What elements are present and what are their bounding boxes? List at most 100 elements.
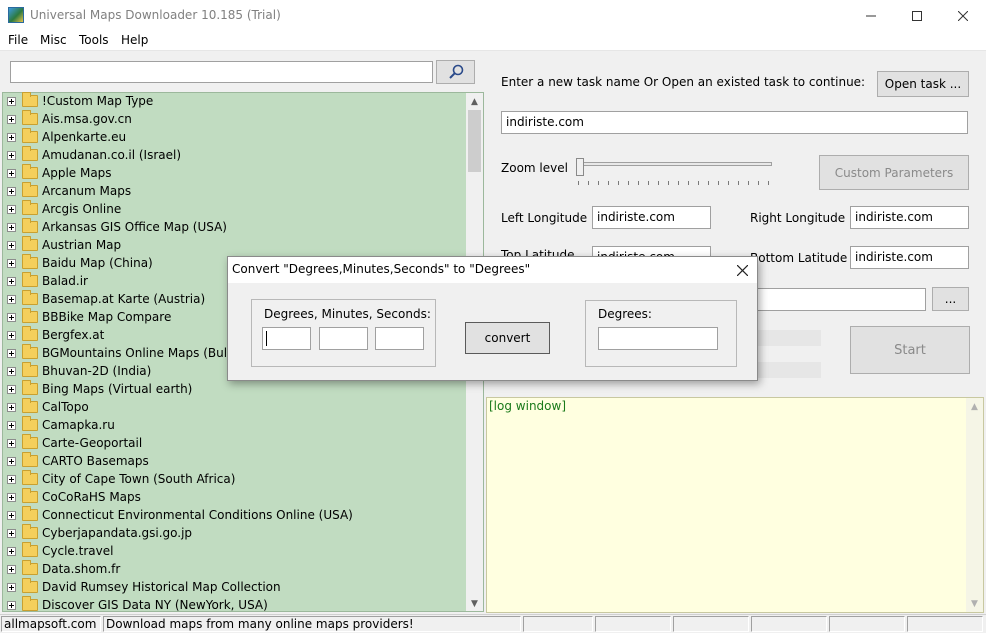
left-longitude-input[interactable]: indiriste.com — [592, 206, 711, 229]
degrees-result-input[interactable] — [598, 327, 718, 350]
expand-plus-icon[interactable] — [7, 114, 16, 124]
maximize-button[interactable] — [894, 0, 940, 31]
expand-plus-icon[interactable] — [7, 546, 16, 556]
tree-item[interactable]: CARTO Basemaps — [7, 452, 149, 470]
log-scrollbar[interactable] — [966, 398, 983, 612]
log-scroll-up-icon[interactable]: ▲ — [966, 398, 983, 415]
tree-item-label: Arcgis Online — [42, 202, 122, 216]
expand-plus-icon[interactable] — [7, 564, 16, 574]
tree-item[interactable]: Cyberjapandata.gsi.go.jp — [7, 524, 192, 542]
degrees-input[interactable] — [262, 327, 311, 350]
tree-item[interactable]: Bergfex.at — [7, 326, 104, 344]
maximize-icon — [912, 10, 922, 21]
expand-plus-icon[interactable] — [7, 384, 16, 394]
tree-item[interactable]: Amudanan.co.il (Israel) — [7, 146, 181, 164]
log-scroll-down-icon[interactable]: ▼ — [966, 595, 983, 612]
tree-item-label: CARTO Basemaps — [42, 454, 149, 468]
task-name-input[interactable]: indiriste.com — [501, 111, 968, 134]
zoom-slider-thumb[interactable] — [576, 158, 584, 176]
tree-item[interactable]: City of Cape Town (South Africa) — [7, 470, 235, 488]
menu-tools[interactable]: Tools — [79, 33, 109, 47]
expand-plus-icon[interactable] — [7, 96, 16, 106]
log-window[interactable] — [486, 397, 984, 613]
tree-item[interactable]: CoCoRaHS Maps — [7, 488, 141, 506]
browse-button[interactable]: ... — [932, 287, 969, 311]
expand-plus-icon[interactable] — [7, 366, 16, 376]
right-longitude-input[interactable]: indiriste.com — [850, 206, 969, 229]
expand-plus-icon[interactable] — [7, 402, 16, 412]
tree-item[interactable]: Ais.msa.gov.cn — [7, 110, 132, 128]
tree-item[interactable]: Austrian Map — [7, 236, 121, 254]
tree-item[interactable]: Camapka.ru — [7, 416, 115, 434]
scroll-down-arrow-icon[interactable]: ▼ — [466, 595, 483, 612]
expand-plus-icon[interactable] — [7, 294, 16, 304]
minimize-button[interactable] — [848, 0, 894, 31]
folder-icon — [22, 182, 38, 197]
expand-plus-icon[interactable] — [7, 348, 16, 358]
menu-help[interactable]: Help — [121, 33, 148, 47]
tree-item[interactable]: Arcanum Maps — [7, 182, 131, 200]
expand-plus-icon[interactable] — [7, 438, 16, 448]
tree-item[interactable]: !Custom Map Type — [7, 92, 153, 110]
tree-item[interactable]: Apple Maps — [7, 164, 112, 182]
tree-item[interactable]: CalTopo — [7, 398, 89, 416]
expand-plus-icon[interactable] — [7, 150, 16, 160]
folder-icon — [22, 380, 38, 395]
close-button[interactable] — [940, 0, 986, 31]
tree-item[interactable]: David Rumsey Historical Map Collection — [7, 578, 281, 596]
expand-plus-icon[interactable] — [7, 456, 16, 466]
menu-misc[interactable]: Misc — [40, 33, 67, 47]
tree-item[interactable]: BGMountains Online Maps (Bulga — [7, 344, 242, 362]
tree-item[interactable]: Bhuvan-2D (India) — [7, 362, 151, 380]
expand-plus-icon[interactable] — [7, 204, 16, 214]
expand-plus-icon[interactable] — [7, 600, 16, 610]
tree-item[interactable]: Carte-Geoportail — [7, 434, 142, 452]
expand-plus-icon[interactable] — [7, 132, 16, 142]
tree-item[interactable]: Discover GIS Data NY (NewYork, USA) — [7, 596, 268, 612]
expand-plus-icon[interactable] — [7, 582, 16, 592]
tree-item[interactable]: Data.shom.fr — [7, 560, 120, 578]
expand-plus-icon[interactable] — [7, 492, 16, 502]
expand-plus-icon[interactable] — [7, 330, 16, 340]
expand-plus-icon[interactable] — [7, 312, 16, 322]
tree-item[interactable]: Alpenkarte.eu — [7, 128, 126, 146]
tree-item[interactable]: BBBike Map Compare — [7, 308, 171, 326]
scroll-up-arrow-icon[interactable]: ▲ — [466, 93, 483, 110]
expand-plus-icon[interactable] — [7, 258, 16, 268]
expand-plus-icon[interactable] — [7, 528, 16, 538]
search-button[interactable] — [436, 60, 475, 84]
open-task-button[interactable]: Open task ... — [877, 71, 969, 97]
folder-icon — [22, 146, 38, 161]
tree-item[interactable]: Arkansas GIS Office Map (USA) — [7, 218, 227, 236]
tree-item[interactable]: Balad.ir — [7, 272, 88, 290]
start-button[interactable]: Start — [850, 326, 970, 374]
save-path-input[interactable] — [740, 288, 926, 311]
minutes-input[interactable] — [319, 327, 368, 350]
expand-plus-icon[interactable] — [7, 222, 16, 232]
folder-icon — [22, 308, 38, 323]
status-cell-6 — [751, 616, 827, 632]
dialog-close-button[interactable] — [730, 259, 754, 281]
tree-scroll-thumb[interactable] — [468, 110, 481, 172]
expand-plus-icon[interactable] — [7, 186, 16, 196]
bottom-latitude-input[interactable]: indiriste.com — [850, 246, 969, 269]
expand-plus-icon[interactable] — [7, 276, 16, 286]
expand-plus-icon[interactable] — [7, 240, 16, 250]
custom-parameters-button[interactable]: Custom Parameters — [819, 155, 969, 190]
seconds-input[interactable] — [375, 327, 424, 350]
menu-file[interactable]: File — [8, 33, 28, 47]
expand-plus-icon[interactable] — [7, 474, 16, 484]
tree-item[interactable]: Baidu Map (China) — [7, 254, 153, 272]
tree-item[interactable]: Connecticut Environmental Conditions Onl… — [7, 506, 353, 524]
expand-plus-icon[interactable] — [7, 420, 16, 430]
zoom-slider-track[interactable] — [576, 162, 772, 166]
tree-item[interactable]: Arcgis Online — [7, 200, 121, 218]
tree-item[interactable]: Cycle.travel — [7, 542, 113, 560]
expand-plus-icon[interactable] — [7, 510, 16, 520]
zoom-tick — [668, 181, 669, 185]
convert-button[interactable]: convert — [465, 322, 550, 354]
expand-plus-icon[interactable] — [7, 168, 16, 178]
tree-item[interactable]: Basemap.at Karte (Austria) — [7, 290, 205, 308]
tree-item[interactable]: Bing Maps (Virtual earth) — [7, 380, 192, 398]
search-input[interactable] — [10, 61, 433, 83]
